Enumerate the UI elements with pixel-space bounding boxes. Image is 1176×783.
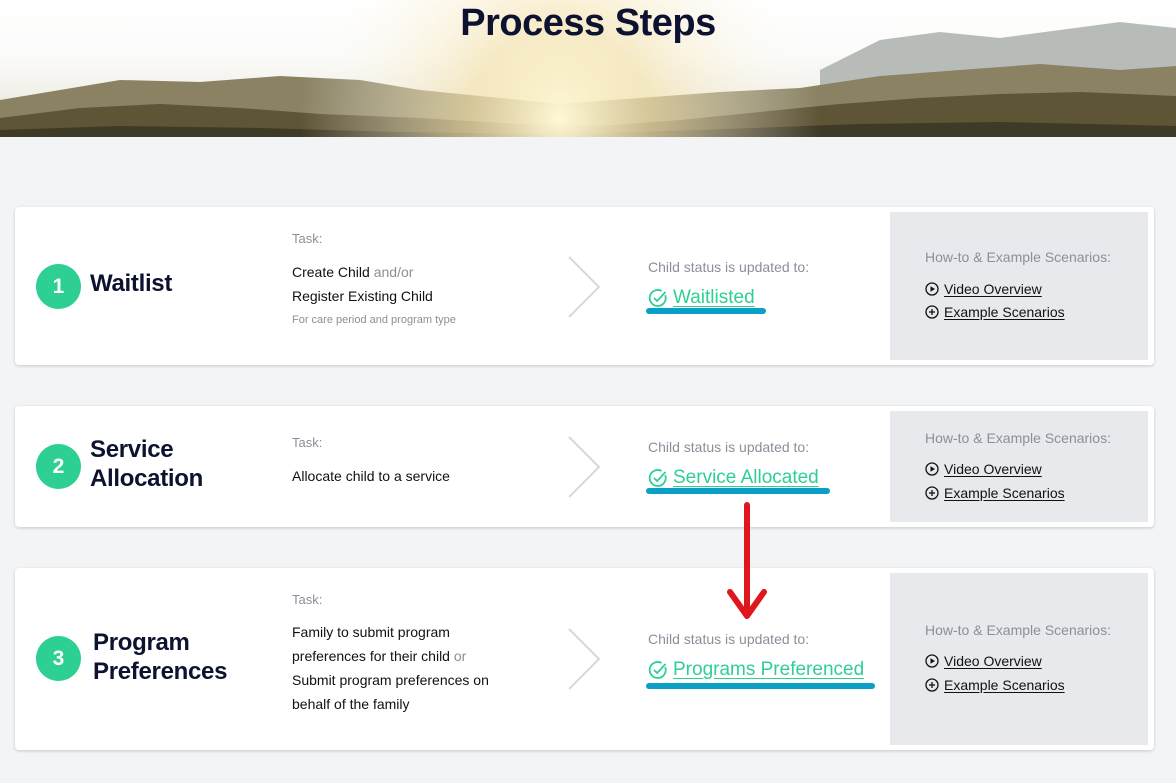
plus-circle-icon bbox=[925, 486, 939, 500]
play-circle-icon bbox=[925, 462, 939, 476]
how-to-panel: How-to & Example Scenarios: Video Overvi… bbox=[890, 573, 1148, 745]
task-or: or bbox=[449, 648, 467, 664]
check-circle-icon bbox=[648, 661, 667, 679]
how-to-label: How-to & Example Scenarios: bbox=[925, 622, 1111, 638]
status-value[interactable]: Service Allocated bbox=[648, 467, 819, 489]
step-number-badge: 3 bbox=[36, 636, 81, 681]
video-overview-label: Video Overview bbox=[944, 461, 1042, 477]
play-circle-icon bbox=[925, 654, 939, 668]
how-to-panel: How-to & Example Scenarios: Video Overvi… bbox=[890, 411, 1148, 522]
annotation-underline bbox=[646, 488, 830, 494]
step-card-waitlist: 1 Waitlist Task: Create Child and/or Reg… bbox=[15, 207, 1154, 365]
step-title-line2: Allocation bbox=[90, 465, 204, 492]
step-title: Program Preferences bbox=[93, 628, 227, 686]
video-overview-link[interactable]: Video Overview bbox=[925, 461, 1042, 477]
task-and-or: and/or bbox=[369, 264, 414, 280]
annotation-underline bbox=[646, 683, 875, 689]
page-title: Process Steps bbox=[460, 2, 716, 44]
step-number-badge: 2 bbox=[36, 444, 81, 489]
status-label: Child status is updated to: bbox=[648, 631, 810, 647]
task-text: Family to submit program preferences for… bbox=[292, 620, 507, 716]
hero-banner: Process Steps bbox=[0, 0, 1176, 137]
step-title-line1: Program bbox=[93, 629, 190, 656]
task-text: Create Child and/or Register Existing Ch… bbox=[292, 260, 512, 308]
plus-circle-icon bbox=[925, 678, 939, 692]
task-text: Allocate child to a service bbox=[292, 468, 450, 484]
task-label: Task: bbox=[292, 231, 323, 246]
example-scenarios-label: Example Scenarios bbox=[944, 485, 1065, 501]
status-value[interactable]: Programs Preferenced bbox=[648, 659, 864, 681]
video-overview-label: Video Overview bbox=[944, 281, 1042, 297]
status-text: Programs Preferenced bbox=[673, 659, 865, 680]
example-scenarios-link[interactable]: Example Scenarios bbox=[925, 485, 1065, 501]
step-card-service-allocation: 2 Service Allocation Task: Allocate chil… bbox=[15, 406, 1154, 527]
status-text: Service Allocated bbox=[673, 467, 819, 488]
video-overview-link[interactable]: Video Overview bbox=[925, 653, 1042, 669]
check-circle-icon bbox=[648, 289, 667, 307]
task-part2: Submit program preferences on behalf of … bbox=[292, 672, 489, 712]
chevron-right-icon bbox=[568, 628, 601, 690]
example-scenarios-label: Example Scenarios bbox=[944, 304, 1065, 320]
step-title-line2: Preferences bbox=[93, 658, 228, 685]
how-to-panel: How-to & Example Scenarios: Video Overvi… bbox=[890, 212, 1148, 360]
plus-circle-icon bbox=[925, 305, 939, 319]
annotation-arrow-down-icon bbox=[727, 502, 767, 619]
how-to-label: How-to & Example Scenarios: bbox=[925, 249, 1111, 265]
annotation-underline bbox=[646, 308, 766, 314]
check-circle-icon bbox=[648, 469, 667, 487]
task-part1: Family to submit program preferences for… bbox=[292, 624, 450, 664]
status-label: Child status is updated to: bbox=[648, 259, 810, 275]
task-label: Task: bbox=[292, 435, 323, 450]
how-to-label: How-to & Example Scenarios: bbox=[925, 430, 1111, 446]
task-create-child: Create Child bbox=[292, 264, 370, 280]
step-number-badge: 1 bbox=[36, 264, 81, 309]
example-scenarios-label: Example Scenarios bbox=[944, 677, 1065, 693]
chevron-right-icon bbox=[568, 436, 601, 498]
example-scenarios-link[interactable]: Example Scenarios bbox=[925, 304, 1065, 320]
chevron-right-icon bbox=[568, 256, 601, 318]
task-register-child: Register Existing Child bbox=[292, 288, 433, 304]
step-title: Waitlist bbox=[90, 270, 173, 297]
step-card-program-preferences: 3 Program Preferences Task: Family to su… bbox=[15, 568, 1154, 750]
step-title: Service Allocation bbox=[90, 435, 203, 493]
status-text: Waitlisted bbox=[673, 287, 755, 308]
task-label: Task: bbox=[292, 592, 323, 607]
step-title-line1: Service bbox=[90, 436, 174, 463]
example-scenarios-link[interactable]: Example Scenarios bbox=[925, 677, 1065, 693]
video-overview-label: Video Overview bbox=[944, 653, 1042, 669]
play-circle-icon bbox=[925, 282, 939, 296]
status-label: Child status is updated to: bbox=[648, 439, 810, 455]
video-overview-link[interactable]: Video Overview bbox=[925, 281, 1042, 297]
task-note: For care period and program type bbox=[292, 314, 456, 326]
status-value[interactable]: Waitlisted bbox=[648, 287, 755, 309]
